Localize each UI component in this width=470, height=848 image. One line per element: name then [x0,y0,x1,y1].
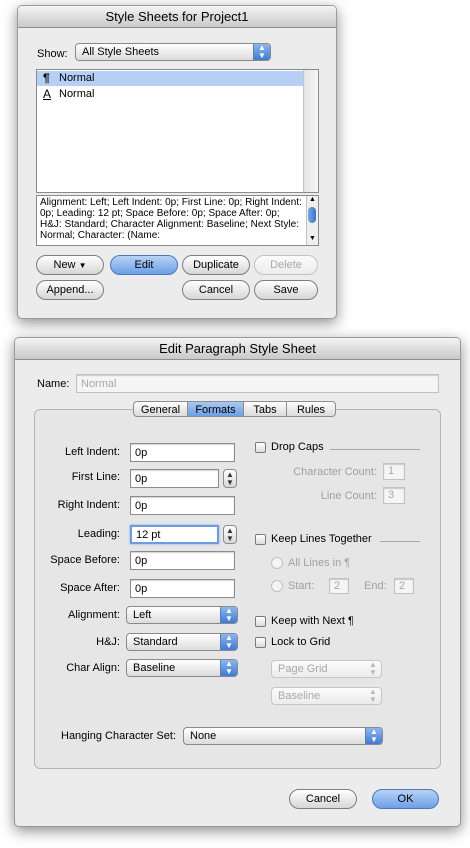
style-sheets-window: Style Sheets for Project1 Show: All Styl… [17,5,337,319]
space-before-label: Space Before: [50,554,120,566]
window-title: Style Sheets for Project1 [18,6,336,28]
list-item[interactable]: A Normal [37,87,303,102]
end-field[interactable]: 2 [394,578,414,594]
list-item[interactable]: ¶ Normal [37,71,303,86]
right-indent-label: Right Indent: [57,499,120,511]
first-line-stepper[interactable]: ▲ ▼ [223,469,237,488]
popup-arrows-icon: ▲ ▼ [369,660,377,677]
drop-caps-checkbox[interactable] [255,442,266,453]
edit-paragraph-style-sheet-dialog: Edit Paragraph Style Sheet Name: Normal … [14,337,461,827]
character-style-icon: A [43,87,52,101]
show-popup[interactable]: All Style Sheets ▲ ▼ [75,43,271,61]
scroll-down-icon[interactable]: ▼ [309,235,316,242]
keep-with-next-checkbox[interactable] [255,616,266,627]
save-button[interactable]: Save [254,280,318,300]
delete-button[interactable]: Delete [254,255,318,275]
first-line-field[interactable]: 0p [130,469,219,488]
tab-bar: General Formats Tabs Rules [133,401,341,417]
hj-label: H&J: [96,636,120,648]
start-label: Start: [288,580,315,592]
baseline-popup-value: Baseline [278,690,321,702]
alignment-label: Alignment: [68,609,120,621]
tab-formats[interactable]: Formats [188,401,244,417]
leading-field[interactable]: 12 pt [130,525,219,544]
popup-arrows-icon: ▲ ▼ [365,728,382,744]
dropdown-arrow-icon: ▼ [78,261,87,270]
hj-popup[interactable]: Standard ▲ ▼ [126,633,238,651]
style-description: Alignment: Left; Left Indent: 0p; First … [36,195,319,246]
ok-button[interactable]: OK [372,789,439,809]
popup-arrows-icon: ▲ ▼ [220,660,237,676]
style-list[interactable]: ¶ Normal A Normal [36,69,319,193]
space-after-label: Space After: [60,582,120,594]
start-field[interactable]: 2 [329,578,349,594]
show-popup-value: All Style Sheets [82,46,160,58]
name-field[interactable]: Normal [76,374,439,393]
hj-popup-value: Standard [133,636,178,648]
drop-caps-divider [330,449,420,450]
duplicate-button[interactable]: Duplicate [182,255,250,275]
scroll-thumb[interactable] [308,207,316,223]
keep-lines-together-checkbox[interactable] [255,534,266,545]
all-lines-radio[interactable] [271,557,283,569]
lock-to-grid-label: Lock to Grid [271,636,331,648]
character-count-field[interactable]: 1 [383,463,405,480]
all-lines-label: All Lines in ¶ [288,557,351,569]
scroll-up-icon[interactable]: ▲ [309,196,316,203]
page-grid-popup[interactable]: Page Grid ▲ ▼ [271,660,382,678]
hanging-character-set-popup[interactable]: None ▲ ▼ [183,727,383,745]
popup-arrows-icon: ▲ ▼ [369,687,377,704]
cancel-button[interactable]: Cancel [289,789,357,809]
leading-label: Leading: [77,528,120,540]
description-scrollbar[interactable]: ▲ ▼ [306,196,318,245]
drop-caps-label: Drop Caps [271,441,324,453]
line-count-field[interactable]: 3 [383,487,405,504]
tab-rules[interactable]: Rules [287,401,336,417]
tab-tabs[interactable]: Tabs [244,401,287,417]
popup-arrows-icon: ▲ ▼ [253,44,270,60]
left-indent-field[interactable]: 0p [130,443,235,462]
edit-button[interactable]: Edit [110,255,178,275]
name-label: Name: [37,378,70,390]
start-radio[interactable] [271,580,283,592]
char-align-popup[interactable]: Baseline ▲ ▼ [126,659,238,677]
new-button[interactable]: New ▼ [36,255,104,275]
append-button[interactable]: Append... [36,280,104,300]
char-align-label: Char Align: [66,662,120,674]
hanging-character-set-value: None [190,730,217,742]
space-before-field[interactable]: 0p [130,551,235,570]
leading-stepper[interactable]: ▲ ▼ [223,525,237,544]
page-grid-popup-value: Page Grid [278,663,328,675]
list-item-label: Normal [59,72,95,84]
popup-arrows-icon: ▲ ▼ [220,607,237,623]
show-label: Show: [37,48,68,60]
list-item-label: Normal [59,88,95,100]
hanging-character-set-label: Hanging Character Set: [61,730,176,742]
popup-arrows-icon: ▲ ▼ [220,634,237,650]
alignment-popup-value: Left [133,609,152,621]
keep-lines-together-label: Keep Lines Together [271,533,372,545]
char-align-popup-value: Baseline [133,662,176,674]
line-count-label: Line Count: [320,490,377,502]
keep-with-next-label: Keep with Next ¶ [271,615,354,627]
keep-lines-divider [380,541,420,542]
baseline-popup[interactable]: Baseline ▲ ▼ [271,687,382,705]
character-count-label: Character Count: [293,466,377,478]
first-line-label: First Line: [71,471,120,483]
cancel-button[interactable]: Cancel [182,280,250,300]
lock-to-grid-checkbox[interactable] [255,637,266,648]
tab-general[interactable]: General [133,401,188,417]
alignment-popup[interactable]: Left ▲ ▼ [126,606,238,624]
dialog-title: Edit Paragraph Style Sheet [15,338,460,360]
new-button-label: New [53,259,76,271]
end-label: End: [364,580,387,592]
description-text: Alignment: Left; Left Indent: 0p; First … [40,197,302,241]
list-scrollbar[interactable] [303,70,318,192]
space-after-field[interactable]: 0p [130,579,235,598]
right-indent-field[interactable]: 0p [130,496,235,515]
left-indent-label: Left Indent: [64,446,120,458]
paragraph-style-icon: ¶ [43,71,50,85]
